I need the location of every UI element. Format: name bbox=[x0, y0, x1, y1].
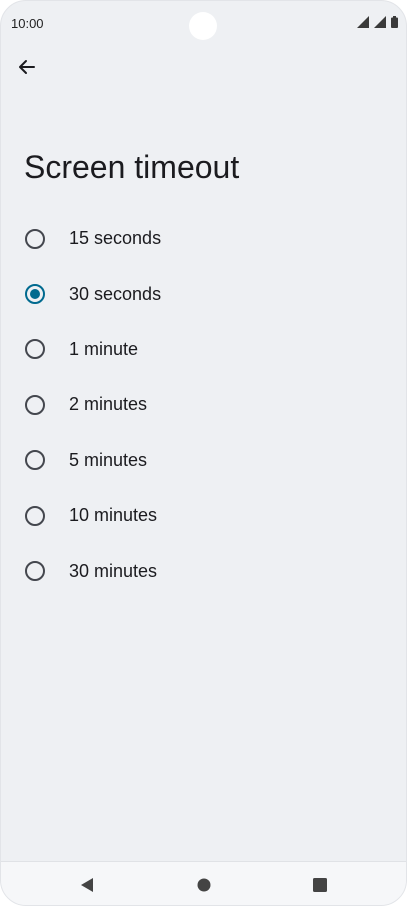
radio-button[interactable] bbox=[25, 394, 45, 415]
option-2-minutes[interactable]: 2 minutes bbox=[1, 377, 406, 432]
back-triangle-icon bbox=[81, 878, 93, 892]
radio-button[interactable] bbox=[25, 450, 45, 471]
status-icons bbox=[357, 16, 398, 28]
signal-icon bbox=[374, 16, 386, 28]
back-button[interactable] bbox=[11, 51, 43, 83]
option-30-seconds[interactable]: 30 seconds bbox=[1, 266, 406, 321]
nav-home-button[interactable] bbox=[194, 875, 214, 895]
option-label: 15 seconds bbox=[69, 228, 162, 249]
nav-recents-button[interactable] bbox=[310, 875, 330, 895]
radio-button[interactable] bbox=[25, 339, 45, 360]
recents-square-icon bbox=[313, 878, 327, 892]
navigation-bar bbox=[1, 861, 406, 905]
option-label: 2 minutes bbox=[69, 394, 148, 415]
home-circle-icon bbox=[197, 878, 211, 892]
nav-back-button[interactable] bbox=[77, 875, 97, 895]
timeout-options-list: 15 seconds 30 seconds 1 minute 2 minutes… bbox=[1, 211, 406, 599]
option-label: 10 minutes bbox=[69, 505, 158, 526]
battery-icon bbox=[391, 16, 398, 28]
signal-icon bbox=[357, 16, 369, 28]
phone-screen: 10:00 Screen timeout 15 seconds 30 secon… bbox=[0, 0, 407, 906]
radio-button[interactable] bbox=[25, 505, 45, 526]
radio-button-selected[interactable] bbox=[25, 284, 45, 305]
option-label: 5 minutes bbox=[69, 449, 148, 470]
page-title: Screen timeout bbox=[24, 149, 240, 185]
option-label: 30 minutes bbox=[69, 560, 158, 581]
radio-button[interactable] bbox=[25, 561, 45, 582]
option-15-seconds[interactable]: 15 seconds bbox=[1, 211, 406, 266]
status-time: 10:00 bbox=[11, 16, 44, 31]
camera-cutout bbox=[189, 12, 217, 40]
option-5-minutes[interactable]: 5 minutes bbox=[1, 433, 406, 488]
radio-button[interactable] bbox=[25, 228, 45, 249]
option-label: 1 minute bbox=[69, 338, 139, 359]
option-1-minute[interactable]: 1 minute bbox=[1, 322, 406, 377]
status-bar: 10:00 bbox=[1, 1, 406, 47]
option-30-minutes[interactable]: 30 minutes bbox=[1, 543, 406, 598]
option-10-minutes[interactable]: 10 minutes bbox=[1, 488, 406, 543]
option-label: 30 seconds bbox=[69, 283, 162, 304]
arrow-back-icon bbox=[19, 60, 35, 74]
